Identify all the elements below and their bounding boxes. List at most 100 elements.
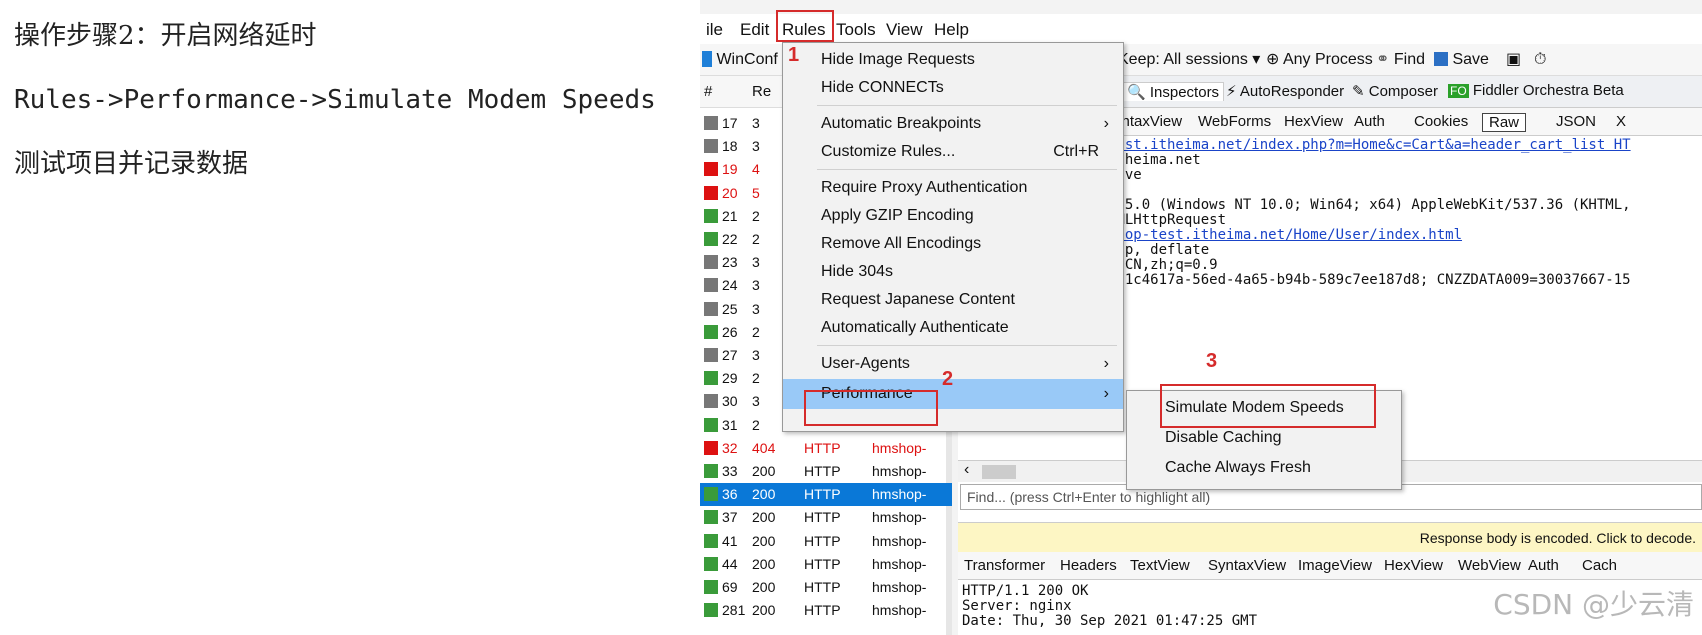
cell-proto: HTTP xyxy=(804,439,841,456)
menu-item-cache-always-fresh[interactable]: Cache Always Fresh xyxy=(1127,455,1401,481)
cell-id: 69 xyxy=(722,579,738,595)
menu-item-hide-304s[interactable]: Hide 304s xyxy=(783,259,1123,285)
session-icon xyxy=(704,510,718,525)
cell-id: 30 xyxy=(722,393,738,410)
step-number-1: 1 xyxy=(788,44,800,66)
req-tab-auth[interactable]: Auth xyxy=(1354,113,1385,130)
menu-item-customize-rules[interactable]: Customize Rules... Ctrl+R xyxy=(783,139,1123,165)
menu-item-automatic-breakpoints[interactable]: Automatic Breakpoints › xyxy=(783,111,1123,137)
submenu-arrow-icon: › xyxy=(1103,355,1109,372)
req-tab-hexview[interactable]: HexView xyxy=(1284,113,1343,130)
cell-id: 31 xyxy=(722,416,738,433)
resp-tab-imageview[interactable]: ImageView xyxy=(1298,557,1372,574)
winconfig-button[interactable]: WinConf xyxy=(702,48,778,72)
cell-code: 200 xyxy=(752,602,776,619)
table-row[interactable]: 281 200 HTTP hmshop- xyxy=(700,599,952,622)
menu-help[interactable]: Help xyxy=(928,18,975,42)
session-icon xyxy=(704,324,718,339)
cell-id: 21 xyxy=(722,207,738,224)
cell-id: 41 xyxy=(722,532,738,549)
menu-item-hide-image-requests[interactable]: Hide Image Requests xyxy=(783,47,1123,73)
tab-fiddler-orchestra[interactable]: FO Fiddler Orchestra Beta xyxy=(1448,82,1624,99)
menu-item-apply-gzip[interactable]: Apply GZIP Encoding xyxy=(783,203,1123,229)
menu-item-require-proxy-auth[interactable]: Require Proxy Authentication xyxy=(783,175,1123,201)
menu-item-request-japanese[interactable]: Request Japanese Content xyxy=(783,287,1123,313)
referer-url[interactable]: shop-test.itheima.net/Home/User/index.ht… xyxy=(1108,227,1462,243)
tab-composer[interactable]: ✎ Composer xyxy=(1352,82,1438,100)
find-button[interactable]: ⚭ Find xyxy=(1376,48,1425,72)
req-tab-raw[interactable]: Raw xyxy=(1482,113,1527,132)
col-number[interactable]: # xyxy=(704,83,712,100)
screenshot-icon[interactable]: ▣ xyxy=(1506,48,1521,72)
step-title: 操作步骤2：开启网络延时 xyxy=(14,21,317,51)
resp-tab-hexview[interactable]: HexView xyxy=(1384,557,1443,574)
cell-host: hmshop- xyxy=(872,555,927,572)
menu-view[interactable]: View xyxy=(880,18,929,42)
save-icon xyxy=(1434,52,1448,66)
resp-tab-syntaxview[interactable]: SyntaxView xyxy=(1208,557,1286,574)
cell-proto: HTTP xyxy=(804,463,841,479)
any-process-button[interactable]: ⊕ Any Process xyxy=(1266,48,1373,72)
col-result[interactable]: Re xyxy=(752,83,771,100)
menu-tools[interactable]: Tools xyxy=(830,18,882,42)
table-row[interactable]: 37 200 HTTP hmshop- xyxy=(700,506,952,529)
menu-file[interactable]: ile xyxy=(700,18,729,42)
table-row[interactable]: 41 200 HTTP hmshop- xyxy=(700,530,952,553)
menu-item-hide-connects[interactable]: Hide CONNECTs xyxy=(783,75,1123,101)
decode-response-bar[interactable]: Response body is encoded. Click to decod… xyxy=(958,522,1702,552)
cell-code: 404 xyxy=(752,439,776,456)
warning-icon xyxy=(704,162,718,177)
timer-icon[interactable]: ⏱ xyxy=(1534,48,1546,72)
cell-code: 200 xyxy=(752,579,776,595)
resp-tab-webview[interactable]: WebView xyxy=(1458,557,1521,574)
keep-sessions-dropdown[interactable]: Keep: All sessions ▾ xyxy=(1118,48,1260,72)
cell-proto: HTTP xyxy=(804,509,841,526)
cell-proto: HTTP xyxy=(804,602,841,619)
menu-item-auto-authenticate[interactable]: Automatically Authenticate xyxy=(783,315,1123,341)
menubar: ile Edit Rules Tools View Help xyxy=(700,14,1702,44)
req-tab-webforms[interactable]: WebForms xyxy=(1198,113,1271,130)
session-icon xyxy=(704,116,718,130)
menu-item-disable-caching[interactable]: Disable Caching xyxy=(1127,425,1401,451)
scroll-thumb[interactable] xyxy=(982,465,1016,479)
cell-id: 32 xyxy=(722,439,738,456)
highlight-performance xyxy=(804,390,938,426)
tab-autoresponder[interactable]: ⚡ AutoResponder xyxy=(1226,82,1344,100)
table-row[interactable]: 44 200 HTTP hmshop- xyxy=(700,553,952,576)
cell-code: 2 xyxy=(752,416,760,433)
menu-edit[interactable]: Edit xyxy=(734,18,775,42)
session-icon xyxy=(704,208,718,223)
step-instruction: 测试项目并记录数据 xyxy=(14,149,249,179)
menu-item-remove-encodings[interactable]: Remove All Encodings xyxy=(783,231,1123,257)
cell-id: 23 xyxy=(722,254,738,271)
resp-tab-transformer[interactable]: Transformer xyxy=(964,557,1045,574)
table-row[interactable]: 32 404 HTTP hmshop- xyxy=(700,437,952,460)
watermark: CSDN @少云清 xyxy=(1493,588,1694,621)
resp-tab-caching[interactable]: Cach xyxy=(1582,557,1617,574)
warning-icon xyxy=(704,440,718,455)
cell-code: 3 xyxy=(752,277,760,294)
cell-code: 3 xyxy=(752,138,760,155)
req-tab-xml[interactable]: X xyxy=(1616,113,1626,130)
cell-host: hmshop- xyxy=(872,463,927,479)
session-icon xyxy=(704,464,718,478)
cell-host: hmshop- xyxy=(872,486,927,503)
req-tab-json[interactable]: JSON xyxy=(1556,113,1596,130)
resp-tab-headers[interactable]: Headers xyxy=(1060,557,1117,574)
session-icon xyxy=(704,533,718,548)
highlight-simulate-modem xyxy=(1160,384,1376,428)
cell-id: 20 xyxy=(722,184,738,201)
req-tab-cookies[interactable]: Cookies xyxy=(1414,113,1468,130)
scroll-left-icon[interactable]: ‹ xyxy=(964,461,969,479)
session-icon xyxy=(704,348,718,362)
tab-inspectors[interactable]: 🔍 Inspectors xyxy=(1122,82,1225,101)
resp-tab-auth[interactable]: Auth xyxy=(1528,557,1559,574)
response-raw-text: HTTP/1.1 200 OK Server: nginx Date: Thu,… xyxy=(962,583,1258,629)
table-row[interactable]: 33 200 HTTP hmshop- xyxy=(700,460,952,483)
cell-proto: HTTP xyxy=(804,579,841,595)
table-row[interactable]: 69 200 HTTP hmshop- xyxy=(700,576,952,599)
request-url[interactable]: test.itheima.net/index.php?m=Home&c=Cart… xyxy=(1108,137,1631,153)
resp-tab-textview[interactable]: TextView xyxy=(1130,557,1190,574)
table-row[interactable]: 36 200 HTTP hmshop- xyxy=(700,483,952,507)
save-button[interactable]: Save xyxy=(1434,48,1489,72)
